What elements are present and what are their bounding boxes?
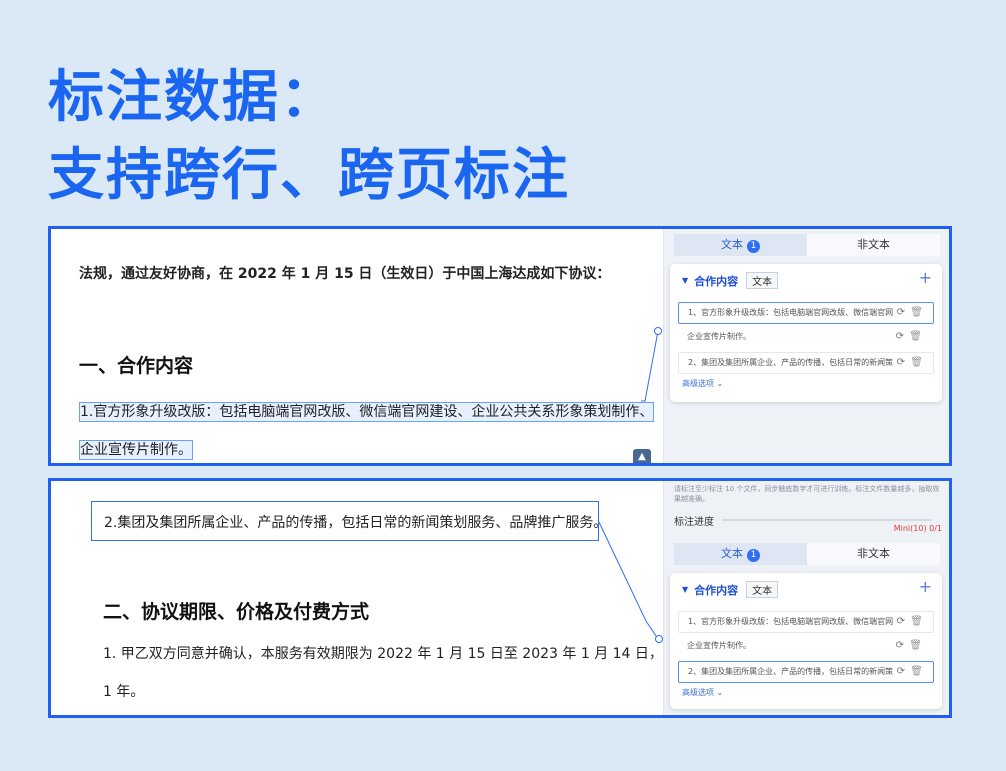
label-item[interactable]: 1、官方形象升级改版：包括电脑端官网改版、微信端官网建设 ⟳ 🗑 (678, 302, 934, 324)
card-header[interactable]: ▼ 合作内容 文本 (682, 581, 779, 598)
annotation-sidebar: 文本 1 非文本 ▼ 合作内容 文本 + 1、官方形象升级改版：包括电脑端官网改版… (663, 229, 949, 463)
label-item[interactable]: 1、官方形象升级改版：包括电脑端官网改版、微信端官网建设 ⟳ 🗑 (678, 611, 934, 633)
refresh-icon[interactable]: ⟳ (896, 636, 904, 656)
refresh-icon[interactable]: ⟳ (897, 662, 905, 682)
add-icon[interactable]: + (919, 577, 932, 596)
headline-line2: 支持跨行、跨页标注 (48, 143, 570, 208)
screenshot-panel-cross-page: 2.集团及集团所属企业、产品的传播，包括日常的新闻策划服务、品牌推广服务。 二、… (48, 478, 952, 718)
training-hint: 请标注至少标注 10 个文件，同步触底数字才可进行训练。标注文件数量越多，抽取效… (674, 485, 940, 503)
trash-icon[interactable]: 🗑 (909, 327, 922, 347)
label-item[interactable]: 企业宣传片制作。 ⟳ 🗑 (678, 636, 932, 656)
count-badge: 1 (747, 549, 760, 562)
caret-down-icon: ▼ (682, 276, 689, 285)
tab-text[interactable]: 文本 1 (674, 543, 807, 565)
progress-label: 标注进度 (674, 517, 714, 528)
annotation-sidebar: 请标注至少标注 10 个文件，同步触底数字才可进行训练。标注文件数量越多，抽取效… (663, 481, 949, 715)
refresh-icon[interactable]: ⟳ (897, 303, 905, 323)
type-tag: 文本 (746, 581, 779, 598)
type-tag: 文本 (746, 272, 779, 289)
tab-text[interactable]: 文本 1 (674, 234, 807, 256)
label-card: ▼ 合作内容 文本 + 1、官方形象升级改版：包括电脑端官网改版、微信端官网建设… (670, 264, 942, 402)
advanced-options-link[interactable]: 高级选项 ⌄ (682, 687, 723, 698)
caret-down-icon: ▼ (682, 585, 689, 594)
trash-icon[interactable]: 🗑 (909, 636, 922, 656)
trash-icon[interactable]: 🗑 (910, 612, 923, 632)
label-tabs: 文本 1 非文本 (674, 234, 940, 256)
card-title: 合作内容 (694, 583, 739, 597)
tab-nontext[interactable]: 非文本 (807, 234, 940, 256)
trash-icon[interactable]: 🗑 (910, 662, 923, 682)
progress-bar (722, 519, 932, 521)
headline-line1: 标注数据： (48, 65, 338, 130)
label-card: ▼ 合作内容 文本 + 1、官方形象升级改版：包括电脑端官网改版、微信端官网建设… (670, 573, 942, 709)
screenshot-panel-cross-line: 法规，通过友好协商，在 2022 年 1 月 15 日（生效日）于中国上海达成如… (48, 226, 952, 466)
refresh-icon[interactable]: ⟳ (896, 327, 904, 347)
count-badge: 1 (747, 240, 760, 253)
advanced-options-link[interactable]: 高级选项 ⌄ (682, 378, 723, 389)
trash-icon[interactable]: 🗑 (910, 303, 923, 323)
refresh-icon[interactable]: ⟳ (897, 612, 905, 632)
progress-value: Mini(10) 0/1 (893, 524, 942, 533)
add-icon[interactable]: + (919, 268, 932, 287)
tab-nontext[interactable]: 非文本 (807, 543, 940, 565)
label-tabs: 文本 1 非文本 (674, 543, 940, 565)
refresh-icon[interactable]: ⟳ (897, 353, 905, 373)
label-item[interactable]: 2、集团及集团所属企业、产品的传播，包括日常的新闻策划服 ⟳ 🗑 (678, 661, 934, 683)
label-item[interactable]: 2、集团及集团所属企业、产品的传播，包括日常的新闻策划服 ⟳ 🗑 (678, 352, 934, 374)
card-header[interactable]: ▼ 合作内容 文本 (682, 272, 779, 289)
label-item[interactable]: 企业宣传片制作。 ⟳ 🗑 (678, 327, 932, 347)
card-title: 合作内容 (694, 274, 739, 288)
trash-icon[interactable]: 🗑 (910, 353, 923, 373)
